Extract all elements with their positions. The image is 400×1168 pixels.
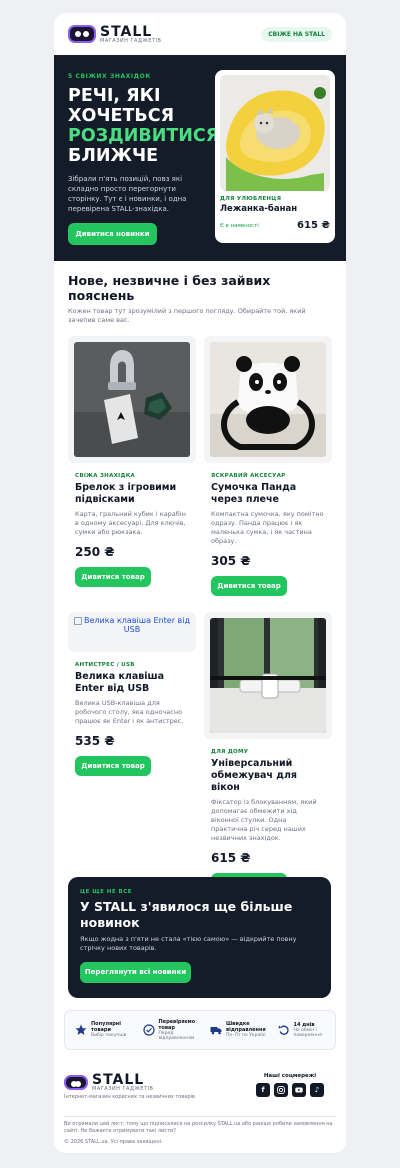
- product-price: 615 ₴: [211, 851, 251, 865]
- truck-icon: [210, 1027, 222, 1035]
- robot-logo-icon: [64, 1075, 88, 1090]
- star-icon: [75, 1024, 87, 1035]
- fresh-badge: СВІЖЕ НА STALL: [261, 26, 332, 42]
- social-links: Наші соцмережі f ♪: [256, 1073, 324, 1097]
- product-description: Фіксатор із блокуванням, який допомагає …: [211, 798, 317, 842]
- hero-title-highlight: РОЗДИВИТИСЯ: [68, 126, 220, 146]
- product-card: Велика клавіша Enter від USB АНТИСТРЕС /…: [68, 612, 196, 776]
- section-subtitle: Кожен товар тут зрозумілий з першого пог…: [68, 307, 306, 324]
- feature-item: Швидке відправлення Пн–Пт по Україні: [200, 1021, 268, 1039]
- window-limiter-image[interactable]: [210, 618, 326, 733]
- product-tag: СВІЖА ЗНАХІДКА: [75, 473, 136, 479]
- hero-lead: Зібрали п'ять позицій, повз які складно …: [68, 175, 187, 213]
- feature-title: Популярні товари: [91, 1021, 121, 1034]
- product-tag: ДЛЯ ДОМУ: [211, 749, 249, 755]
- more-items-banner: ЦЕ ЩЕ НЕ ВСЕ У STALL з'явилося ще більше…: [68, 877, 331, 998]
- product-card: ДЛЯ ДОМУ Універсальний обмежувач для вік…: [204, 612, 332, 893]
- banner-title: У STALL з'явилося ще більше новинок: [80, 899, 293, 930]
- product-tag: АНТИСТРЕС / USB: [75, 662, 135, 668]
- check-circle-icon: [142, 1024, 155, 1036]
- view-product-button[interactable]: Дивитися товар: [211, 576, 287, 596]
- email-footer: STALL МАГАЗИН ГАДЖЕТІВ Інтернет-магазин …: [64, 1073, 336, 1100]
- product-description: Компактна сумочка, яку помітно одразу. П…: [211, 510, 324, 545]
- view-all-new-button[interactable]: Переглянути всі новинки: [80, 962, 191, 983]
- product-grid: СВІЖА ЗНАХІДКА Брелок з ігровими підвіск…: [54, 325, 346, 893]
- banner-eyebrow: ЦЕ ЩЕ НЕ ВСЕ: [80, 889, 132, 895]
- section-title: Нове, незвичне і без зайвих пояснень: [68, 273, 271, 303]
- banana-bed-image[interactable]: [220, 75, 330, 191]
- view-new-items-button[interactable]: Дивитися новинки: [68, 223, 157, 245]
- product-name[interactable]: Лежанка-банан: [220, 204, 330, 214]
- product-image-frame[interactable]: [204, 612, 332, 739]
- product-description: Карта, гральний кубик і карабін в одному…: [75, 510, 186, 536]
- hero-title-line: БЛИЖЧЕ: [68, 146, 159, 166]
- hero-title: РЕЧІ, ЯКІ ХОЧЕТЬСЯ РОЗДИВИТИСЯ БЛИЖЧЕ: [68, 86, 220, 166]
- feature-subtitle: Вибір покупців: [91, 1033, 127, 1039]
- brand-subtitle: МАГАЗИН ГАДЖЕТІВ: [92, 1086, 154, 1092]
- featured-product-card[interactable]: ДЛЯ УЛЮБЛЕНЦЯ Лежанка-банан Є в наявност…: [215, 70, 335, 243]
- legal-notice: Ви отримали цей лист, тому що підписалис…: [64, 1116, 336, 1146]
- enter-key-image[interactable]: Велика клавіша Enter від USB: [68, 612, 196, 652]
- legal-text: Ви отримали цей лист, тому що підписалис…: [64, 1121, 333, 1134]
- facebook-icon[interactable]: f: [256, 1083, 270, 1097]
- view-product-button[interactable]: Дивитися товар: [75, 567, 151, 587]
- social-label: Наші соцмережі: [263, 1073, 317, 1079]
- feature-title: Перевіряємо товар: [158, 1018, 196, 1031]
- product-title[interactable]: Брелок з ігровими підвісками: [68, 482, 188, 506]
- feature-subtitle: Пн–Пт по Україні: [226, 1033, 266, 1039]
- keychain-image[interactable]: [74, 342, 190, 457]
- email-header: STALL МАГАЗИН ГАДЖЕТІВ СВІЖЕ НА STALL: [54, 13, 346, 55]
- hero-section: 5 СВІЖИХ ЗНАХІДОК РЕЧІ, ЯКІ ХОЧЕТЬСЯ РОЗ…: [54, 55, 346, 261]
- image-alt-text: Велика клавіша Enter від USB: [83, 616, 191, 634]
- product-price: 535 ₴: [75, 734, 115, 748]
- feature-item: Перевіряємо товар Перед відправленням: [133, 1019, 201, 1042]
- panda-bag-image[interactable]: [210, 342, 326, 457]
- product-image-frame[interactable]: [68, 336, 196, 463]
- robot-logo-icon: [68, 25, 96, 43]
- banner-text: Якщо жодна з п'яти не стала «тією самою»…: [80, 935, 297, 952]
- product-card: ЯСКРАВИЙ АКСЕСУАР Сумочка Панда через пл…: [204, 336, 332, 596]
- product-title[interactable]: Універсальний обмежувач для вікон: [204, 758, 324, 794]
- product-tag: ЯСКРАВИЙ АКСЕСУАР: [211, 473, 286, 479]
- product-price: 305 ₴: [211, 554, 251, 568]
- product-price: 250 ₴: [75, 545, 115, 559]
- broken-image-icon: [73, 616, 82, 625]
- hero-title-line: РЕЧІ, ЯКІ: [68, 86, 161, 106]
- return-icon: [278, 1025, 289, 1035]
- product-title[interactable]: Велика клавіша Enter від USB: [68, 671, 188, 695]
- product-card: СВІЖА ЗНАХІДКА Брелок з ігровими підвіск…: [68, 336, 196, 587]
- instagram-icon[interactable]: [274, 1083, 288, 1097]
- copyright: © 2026 STALL.ua. Усі права захищені.: [64, 1139, 163, 1145]
- stock-status: Є в наявності: [220, 222, 259, 229]
- feature-subtitle: На обмін і повернення: [293, 1027, 322, 1039]
- product-description: Велика USB-клавіша для робочого столу, я…: [75, 699, 184, 725]
- product-price: 615 ₴: [297, 220, 330, 231]
- email-card: STALL МАГАЗИН ГАДЖЕТІВ СВІЖЕ НА STALL 5 …: [54, 13, 346, 1153]
- brand-name: STALL: [100, 23, 153, 40]
- feature-subtitle: Перед відправленням: [158, 1030, 195, 1042]
- product-image-frame[interactable]: [204, 336, 332, 463]
- product-category: ДЛЯ УЛЮБЛЕНЦЯ: [220, 196, 282, 202]
- brand-name: STALL: [92, 1072, 145, 1088]
- hero-title-line: ХОЧЕТЬСЯ: [68, 106, 175, 126]
- product-title[interactable]: Сумочка Панда через плече: [204, 482, 324, 506]
- stall-logo[interactable]: STALL МАГАЗИН ГАДЖЕТІВ: [68, 25, 161, 44]
- feature-item: 14 днів На обмін і повернення: [268, 1022, 336, 1039]
- new-items-section: Нове, незвичне і без зайвих пояснень Кож…: [54, 261, 346, 325]
- feature-item: Популярні товари Вибір покупців: [65, 1021, 133, 1039]
- view-product-button[interactable]: Дивитися товар: [75, 756, 151, 776]
- features-strip: Популярні товари Вибір покупців Перевіряє…: [64, 1010, 336, 1050]
- feature-title: Швидке відправлення: [226, 1021, 266, 1034]
- brand-subtitle: МАГАЗИН ГАДЖЕТІВ: [100, 37, 162, 44]
- youtube-icon[interactable]: [292, 1083, 306, 1097]
- tiktok-icon[interactable]: ♪: [310, 1083, 324, 1097]
